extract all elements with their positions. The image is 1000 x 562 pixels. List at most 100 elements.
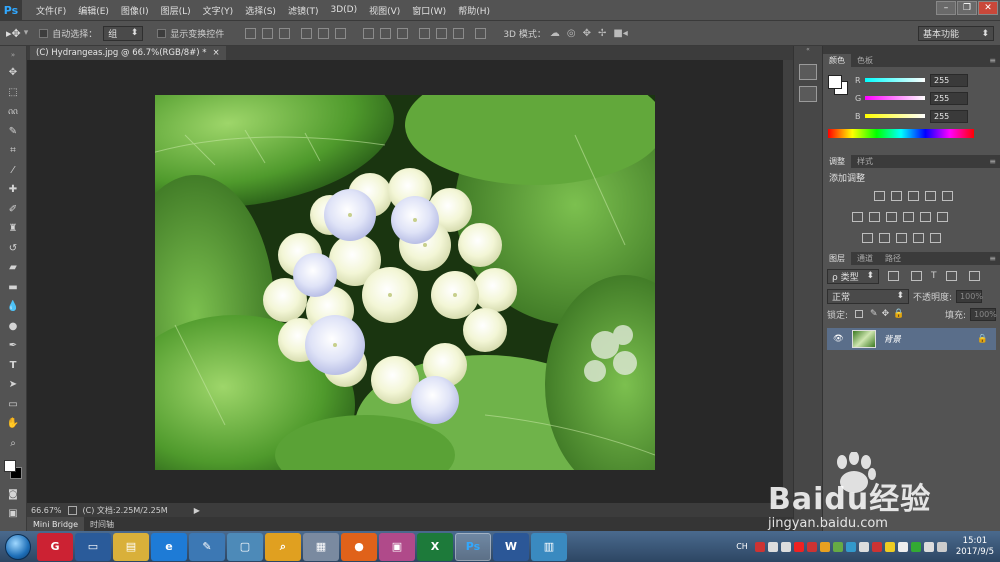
blur-tool-icon[interactable]: 💧 — [3, 298, 23, 315]
lock-transparent-icon[interactable] — [855, 310, 864, 318]
align-hcenter-icon[interactable] — [318, 27, 330, 39]
volume-icon[interactable] — [936, 541, 947, 552]
crop-tool-icon[interactable]: ⌗ — [3, 142, 23, 159]
auto-select-checkbox[interactable] — [39, 28, 49, 38]
taskbar-app-10[interactable]: ▣ — [379, 532, 415, 561]
3d-pan-icon[interactable]: ✥ — [583, 28, 591, 39]
tab-color[interactable]: 颜色 — [823, 54, 851, 67]
taskbar-app-1[interactable]: G — [37, 532, 73, 561]
color-lookup-icon[interactable] — [937, 212, 948, 222]
close-icon[interactable]: × — [213, 48, 220, 58]
dock-collapse-icon[interactable]: « — [794, 46, 822, 54]
layer-name[interactable]: 背景 — [884, 333, 901, 345]
fill-field[interactable]: 100% — [970, 307, 997, 321]
filter-type-icon[interactable]: T — [931, 271, 937, 281]
tray-icon-8[interactable] — [845, 541, 856, 552]
brush-tool-icon[interactable]: ✐ — [3, 201, 23, 218]
status-arrow-icon[interactable]: ▶ — [194, 506, 200, 515]
gradient-tool-icon[interactable]: ▬ — [3, 279, 23, 296]
tray-icon-4[interactable] — [793, 541, 804, 552]
healing-brush-tool-icon[interactable]: ✚ — [3, 181, 23, 198]
minimize-button[interactable]: – — [936, 1, 956, 15]
taskbar-app-2[interactable]: ▭ — [75, 532, 111, 561]
start-button[interactable] — [0, 531, 36, 562]
photo-filter-icon[interactable] — [903, 212, 914, 222]
tab-styles[interactable]: 样式 — [851, 155, 879, 168]
lock-pixels-icon[interactable]: ✎ — [870, 309, 878, 319]
tray-icon-12[interactable] — [897, 541, 908, 552]
history-panel-icon[interactable] — [799, 64, 817, 80]
document-tab[interactable]: (C) Hydrangeas.jpg @ 66.7%(RGB/8#) * × — [30, 46, 226, 60]
red-value-field[interactable]: 255 — [930, 73, 968, 87]
align-vcenter-icon[interactable] — [262, 27, 274, 39]
channel-mixer-icon[interactable] — [920, 212, 931, 222]
color-balance-icon[interactable] — [869, 212, 880, 222]
tray-icon-11[interactable] — [884, 541, 895, 552]
menu-file[interactable]: 文件(F) — [30, 4, 72, 17]
taskbar-photoshop[interactable]: Ps — [455, 532, 491, 561]
zoom-tool-icon[interactable]: ⌕ — [3, 435, 23, 452]
menu-filter[interactable]: 滤镜(T) — [282, 4, 325, 17]
eraser-tool-icon[interactable]: ▰ — [3, 259, 23, 276]
tab-swatches[interactable]: 色板 — [851, 54, 879, 67]
invert-icon[interactable] — [862, 233, 873, 243]
align-right-icon[interactable] — [335, 27, 347, 39]
taskbar-app-14[interactable]: ▥ — [531, 532, 567, 561]
distribute-top-icon[interactable] — [363, 27, 375, 39]
auto-select-dropdown[interactable]: 组 ⬍ — [103, 25, 144, 41]
tray-icon-5[interactable] — [806, 541, 817, 552]
align-bottom-icon[interactable] — [279, 27, 291, 39]
green-value-field[interactable]: 255 — [930, 91, 968, 105]
menu-type[interactable]: 文字(Y) — [197, 4, 240, 17]
menu-view[interactable]: 视图(V) — [363, 4, 406, 17]
menu-layer[interactable]: 图层(L) — [155, 4, 197, 17]
properties-panel-icon[interactable] — [799, 86, 817, 102]
canvas-area[interactable] — [27, 60, 783, 503]
panel-collapse-strip[interactable] — [823, 46, 1000, 54]
menu-select[interactable]: 选择(S) — [239, 4, 282, 17]
color-fg-swatch[interactable] — [828, 75, 842, 89]
3d-orbit-icon[interactable]: ☁ — [550, 28, 560, 39]
taskbar-ie[interactable]: e — [151, 532, 187, 561]
levels-icon[interactable] — [891, 191, 902, 201]
quick-mask-icon[interactable]: ◙ — [3, 486, 23, 503]
align-left-icon[interactable] — [301, 27, 313, 39]
distribute-bottom-icon[interactable] — [397, 27, 409, 39]
quick-select-tool-icon[interactable]: ✎ — [3, 123, 23, 140]
blue-slider-track[interactable] — [865, 114, 925, 118]
shape-tool-icon[interactable]: ▭ — [3, 396, 23, 413]
color-swatches[interactable] — [2, 458, 24, 482]
layer-row-background[interactable]: 👁 背景 🔒 — [827, 328, 996, 350]
blend-mode-dropdown[interactable]: 正常 ⬍ — [827, 288, 909, 304]
posterize-icon[interactable] — [879, 233, 890, 243]
vibrance-icon[interactable] — [942, 191, 953, 201]
workspace-dropdown[interactable]: 基本功能 ⬍ — [918, 26, 994, 41]
slider-g[interactable]: G 255 — [823, 89, 1000, 107]
distribute-hcenter-icon[interactable] — [436, 27, 448, 39]
curves-icon[interactable] — [908, 191, 919, 201]
eye-icon[interactable]: 👁 — [833, 334, 844, 344]
red-slider-track[interactable] — [865, 78, 925, 82]
exposure-icon[interactable] — [925, 191, 936, 201]
taskbar-explorer[interactable]: ▤ — [113, 532, 149, 561]
type-tool-icon[interactable]: T — [3, 357, 23, 374]
show-transform-checkbox[interactable] — [157, 28, 167, 38]
panel-menu-icon[interactable]: ≡ — [989, 157, 1000, 166]
pen-tool-icon[interactable]: ✒ — [3, 337, 23, 354]
filter-pixel-icon[interactable] — [888, 271, 899, 281]
slider-b[interactable]: B 255 — [823, 107, 1000, 125]
taskbar-app-6[interactable]: ▢ — [227, 532, 263, 561]
opacity-field[interactable]: 100% — [956, 289, 983, 303]
panel-menu-icon[interactable]: ≡ — [989, 254, 1000, 263]
filter-shape-icon[interactable] — [945, 271, 957, 281]
move-tool-icon[interactable]: ✥ — [3, 64, 23, 81]
tray-icon-9[interactable] — [858, 541, 869, 552]
taskbar-clock[interactable]: 15:01 2017/9/5 — [956, 536, 994, 558]
gradient-map-icon[interactable] — [930, 233, 941, 243]
menu-help[interactable]: 帮助(H) — [452, 4, 496, 17]
taskbar-firefox[interactable]: ● — [341, 532, 377, 561]
ime-indicator[interactable]: CH — [736, 542, 748, 551]
align-top-icon[interactable] — [245, 27, 257, 39]
tab-channels[interactable]: 通道 — [851, 252, 879, 265]
brightness-contrast-icon[interactable] — [874, 191, 885, 201]
